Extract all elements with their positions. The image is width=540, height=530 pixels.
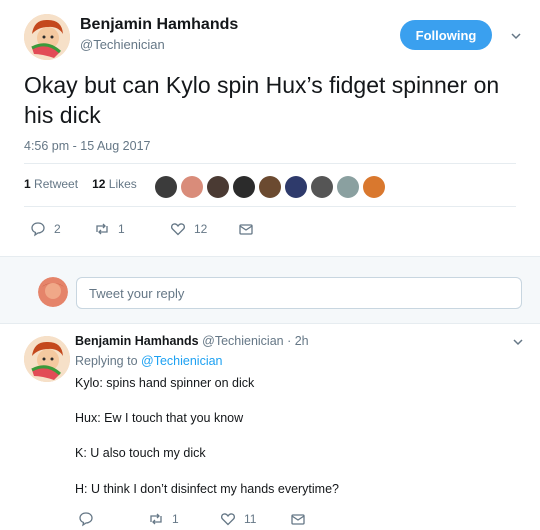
tweet-stats: 1 Retweet 12 Likes bbox=[24, 177, 137, 191]
liker-avatar[interactable] bbox=[207, 176, 229, 198]
like-action[interactable]: 12 bbox=[170, 221, 238, 237]
replying-to-link[interactable]: @Techienician bbox=[141, 354, 222, 368]
replying-to: Replying to @Techienician bbox=[75, 354, 223, 368]
main-tweet: Benjamin Hamhands @Techienician Followin… bbox=[0, 0, 540, 256]
author-name[interactable]: Benjamin Hamhands bbox=[80, 16, 238, 34]
tweet-actions: 2 1 12 bbox=[30, 221, 254, 237]
following-button[interactable]: Following bbox=[400, 20, 492, 50]
reply-composer-area: Tweet your reply bbox=[0, 256, 540, 324]
liker-avatar[interactable] bbox=[337, 176, 359, 198]
liker-avatar[interactable] bbox=[259, 176, 281, 198]
reply-tweet: Benjamin Hamhands @Techienician · 2h Rep… bbox=[0, 324, 540, 530]
tweet-text: Okay but can Kylo spin Hux’s fidget spin… bbox=[24, 72, 500, 128]
reply-action[interactable] bbox=[78, 511, 148, 527]
like-count: 11 bbox=[244, 512, 257, 526]
tweet-timestamp[interactable]: 4:56 pm - 15 Aug 2017 bbox=[24, 139, 150, 153]
reply-header: Benjamin Hamhands @Techienician · 2h bbox=[75, 334, 309, 348]
envelope-icon bbox=[239, 224, 253, 235]
dm-action[interactable] bbox=[238, 221, 254, 237]
liker-avatar[interactable] bbox=[181, 176, 203, 198]
reply-text-line: Hux: Ew I touch that you know bbox=[75, 411, 244, 425]
likes-stat[interactable]: 12 Likes bbox=[92, 177, 137, 191]
reply-count: 2 bbox=[54, 222, 61, 236]
reply-text-line: H: U think I don’t disinfect my hands ev… bbox=[75, 482, 340, 496]
liker-avatar[interactable] bbox=[285, 176, 307, 198]
reply-action[interactable]: 2 bbox=[30, 221, 82, 237]
retweet-icon bbox=[150, 513, 162, 525]
retweet-icon bbox=[96, 223, 108, 235]
like-action[interactable]: 11 bbox=[220, 511, 290, 527]
divider bbox=[24, 206, 516, 207]
retweet-action[interactable]: 1 bbox=[148, 511, 220, 527]
envelope-icon bbox=[291, 514, 305, 525]
author-handle[interactable]: @Techienician bbox=[80, 37, 165, 52]
retweet-stat[interactable]: 1 Retweet bbox=[24, 177, 78, 191]
chevron-down-icon[interactable] bbox=[512, 336, 524, 348]
reply-icon bbox=[31, 222, 45, 237]
retweet-action[interactable]: 1 bbox=[94, 221, 170, 237]
dm-action[interactable] bbox=[290, 511, 306, 527]
reply-text-line: K: U also touch my dick bbox=[75, 446, 206, 460]
reply-author-name[interactable]: Benjamin Hamhands bbox=[75, 334, 199, 348]
reply-input[interactable]: Tweet your reply bbox=[76, 277, 522, 309]
chevron-down-icon[interactable] bbox=[510, 30, 522, 42]
like-count: 12 bbox=[194, 222, 208, 236]
liker-avatar[interactable] bbox=[363, 176, 385, 198]
reply-text-line: Kylo: spins hand spinner on dick bbox=[75, 376, 255, 390]
divider bbox=[24, 163, 516, 164]
retweet-count: 1 bbox=[172, 512, 179, 526]
liker-avatar[interactable] bbox=[311, 176, 333, 198]
author-avatar[interactable] bbox=[24, 14, 70, 60]
liker-avatar[interactable] bbox=[155, 176, 177, 198]
reply-actions: 1 11 bbox=[78, 511, 306, 527]
retweet-count: 1 bbox=[118, 222, 125, 236]
current-user-avatar bbox=[38, 277, 68, 307]
heart-icon bbox=[221, 513, 235, 526]
reply-meta[interactable]: @Techienician · 2h bbox=[202, 334, 309, 348]
likers-avatars bbox=[155, 176, 385, 198]
reply-author-avatar[interactable] bbox=[24, 336, 70, 382]
liker-avatar[interactable] bbox=[233, 176, 255, 198]
heart-icon bbox=[171, 223, 185, 236]
reply-icon bbox=[79, 512, 93, 527]
